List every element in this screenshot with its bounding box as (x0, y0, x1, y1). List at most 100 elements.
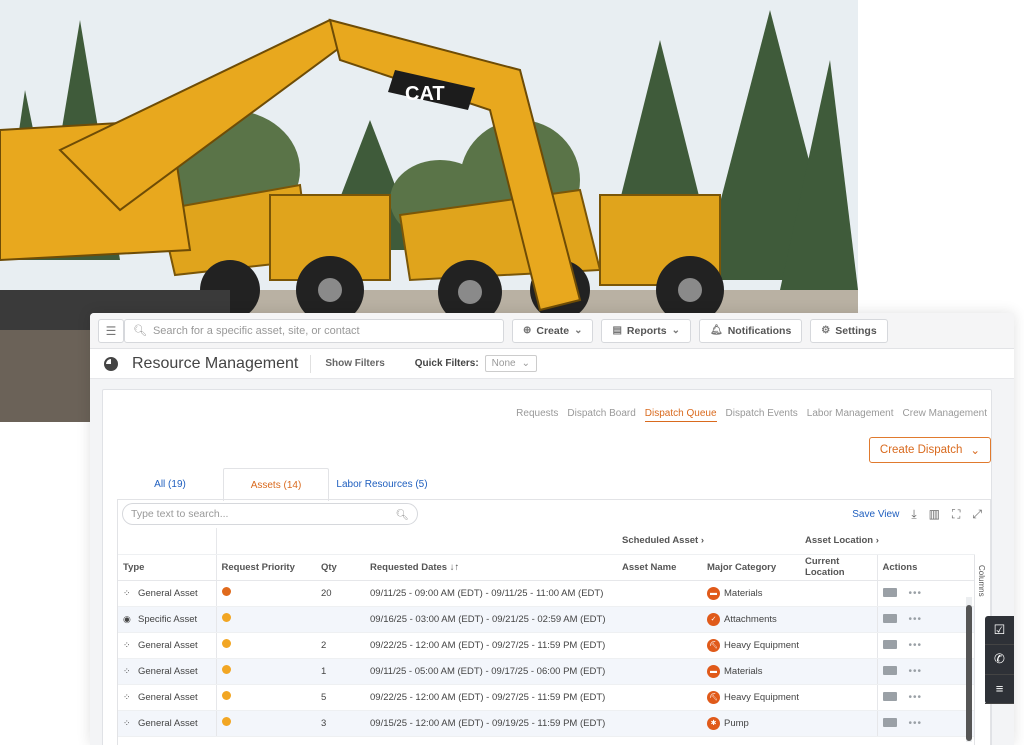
subnav-dispatch-events[interactable]: Dispatch Events (726, 408, 798, 422)
download-icon[interactable]: ⤓ (911, 507, 916, 522)
specific-asset-icon: ◉ (123, 613, 131, 624)
tab-labor-resources[interactable]: Labor Resources (5) (329, 468, 435, 501)
bell-icon: 🔔︎ (710, 325, 723, 336)
more-options-icon[interactable]: ••• (909, 640, 923, 651)
chevron-down-icon: ⌄ (671, 325, 680, 336)
table-row[interactable]: ⁘ General Asset 1 09/11/25 - 05:00 AM (ED… (118, 658, 976, 685)
grid-search-input[interactable]: Type text to search... 🔍︎ (122, 503, 418, 525)
filter-list-icon[interactable]: ≡ (985, 675, 1014, 704)
dispatch-truck-icon[interactable] (882, 640, 897, 650)
heavy-equipment-icon: ⛏ (707, 638, 720, 652)
more-options-icon[interactable]: ••• (909, 588, 923, 599)
table-row[interactable]: ⁘ General Asset 5 09/22/25 - 12:00 AM (ED… (118, 684, 976, 711)
col-header-request-priority[interactable]: Request Priority (216, 554, 316, 581)
quick-filters-label: Quick Filters: (414, 358, 479, 369)
table-row[interactable]: ⁘ General Asset 3 09/15/25 - 12:00 AM (ED… (118, 710, 976, 737)
create-dispatch-button[interactable]: Create Dispatch ⌄ (868, 437, 991, 463)
reports-button[interactable]: ▤ Reports ⌄ (601, 318, 691, 343)
col-header-qty[interactable]: Qty (316, 554, 365, 581)
filter-settings-icon[interactable]: ☰ (98, 318, 124, 343)
priority-dot (221, 639, 231, 648)
priority-dot (221, 691, 231, 700)
columns-layout-icon[interactable]: ▥ (929, 507, 940, 521)
document-icon: ▤ (612, 325, 622, 336)
col-header-requested-dates[interactable]: Requested Dates ↓↑ (365, 554, 617, 581)
chevron-down-icon: ⌄ (970, 445, 980, 457)
cat-logo: CAT (405, 83, 445, 105)
page-header: Resource Management Show Filters Quick F… (90, 349, 1014, 379)
more-options-icon[interactable]: ••• (909, 692, 923, 703)
phone-icon[interactable]: ✆ (985, 645, 1014, 675)
show-filters-button[interactable]: Show Filters (325, 358, 384, 369)
search-icon: 🔍︎ (133, 325, 147, 337)
checklist-icon[interactable]: ☑ (985, 616, 1014, 646)
col-header-type[interactable]: Type (118, 554, 217, 581)
dispatch-queue-panel: Requests Dispatch Board Dispatch Queue D… (102, 389, 992, 745)
top-toolbar: ☰ 🔍︎ Search for a specific asset, site, … (90, 313, 1014, 349)
subnav-dispatch-board[interactable]: Dispatch Board (567, 408, 635, 422)
subnav-dispatch-queue[interactable]: Dispatch Queue (644, 408, 717, 422)
search-icon: 🔍︎ (395, 508, 409, 521)
scrollbar-thumb[interactable] (966, 605, 972, 741)
app-window: ☰ 🔍︎ Search for a specific asset, site, … (90, 313, 1014, 745)
materials-icon: ▬ (707, 586, 720, 600)
attachments-icon: ✓ (707, 612, 720, 626)
grid-toolbar: Type text to search... 🔍︎ Save View ⤓ ▥ … (118, 500, 990, 528)
tab-assets[interactable]: Assets (14) (223, 468, 329, 501)
chevron-right-icon: › (700, 535, 705, 547)
group-header-scheduled-asset[interactable]: Scheduled Asset › (617, 528, 801, 555)
col-header-major-category[interactable]: Major Category (702, 554, 801, 581)
table-row[interactable]: ◉ Specific Asset 09/16/25 - 03:00 AM (EDT… (118, 606, 976, 633)
tab-all[interactable]: All (19) (117, 468, 223, 501)
pump-icon: ✱ (707, 716, 720, 730)
col-header-current-location[interactable]: Current Location (800, 554, 878, 581)
create-button[interactable]: ⊕ Create ⌄ (512, 318, 594, 343)
dispatch-grid: Type text to search... 🔍︎ Save View ⤓ ▥ … (117, 499, 991, 745)
dispatch-truck-icon[interactable] (882, 718, 897, 728)
priority-dot (221, 717, 231, 726)
gear-icon: ⚙ (821, 325, 831, 336)
sub-navigation: Requests Dispatch Board Dispatch Queue D… (516, 408, 987, 422)
fit-view-icon[interactable]: ⛶ (952, 507, 960, 522)
more-options-icon[interactable]: ••• (909, 718, 923, 729)
assets-table: Scheduled Asset › Asset Location › Type … (118, 528, 976, 737)
notifications-button[interactable]: 🔔︎ Notifications (699, 318, 803, 343)
global-search-input[interactable]: 🔍︎ Search for a specific asset, site, or… (124, 318, 504, 343)
col-header-actions: Actions (877, 554, 976, 581)
sort-icon[interactable]: ↓↑ (450, 562, 460, 573)
fullscreen-icon[interactable]: ⤢ (972, 507, 982, 522)
chevron-down-icon: ⌄ (574, 325, 583, 336)
quick-filters-select[interactable]: None ⌄ (484, 355, 537, 372)
table-row[interactable]: ⁘ General Asset 20 09/11/25 - 09:00 AM (E… (118, 580, 976, 607)
dispatch-truck-icon[interactable] (882, 588, 897, 598)
general-asset-icon: ⁘ (123, 691, 131, 702)
subnav-labor-management[interactable]: Labor Management (807, 408, 894, 422)
chevron-right-icon: › (875, 535, 879, 547)
settings-button[interactable]: ⚙ Settings (810, 318, 888, 343)
floating-action-bar: ☑ ✆ ≡ (985, 616, 1014, 704)
vertical-scrollbar[interactable] (966, 597, 972, 742)
general-asset-icon: ⁘ (123, 587, 131, 598)
table-row[interactable]: ⁘ General Asset 2 09/22/25 - 12:00 AM (ED… (118, 632, 976, 659)
materials-icon: ▬ (707, 664, 720, 678)
chevron-down-icon: ⌄ (521, 358, 530, 369)
col-header-asset-name[interactable]: Asset Name (617, 554, 702, 581)
dispatch-truck-icon[interactable] (882, 666, 897, 676)
more-options-icon[interactable]: ••• (909, 666, 923, 677)
heavy-equipment-icon: ⛏ (707, 690, 720, 704)
general-asset-icon: ⁘ (123, 665, 131, 676)
subnav-crew-management[interactable]: Crew Management (903, 408, 987, 422)
group-header-asset-location[interactable]: Asset Location › (800, 528, 976, 555)
subnav-requests[interactable]: Requests (516, 408, 558, 422)
general-asset-icon: ⁘ (123, 717, 131, 728)
dispatch-truck-icon[interactable] (882, 692, 897, 702)
resource-tabs: All (19) Assets (14) Labor Resources (5) (117, 468, 435, 501)
priority-dot (221, 613, 231, 622)
more-options-icon[interactable]: ••• (909, 614, 923, 625)
dispatch-truck-icon[interactable] (882, 614, 897, 624)
general-asset-icon: ⁘ (123, 639, 131, 650)
priority-dot (221, 587, 231, 596)
save-view-button[interactable]: Save View (852, 509, 899, 520)
page-title: Resource Management (132, 354, 312, 373)
plus-circle-icon: ⊕ (523, 325, 532, 336)
